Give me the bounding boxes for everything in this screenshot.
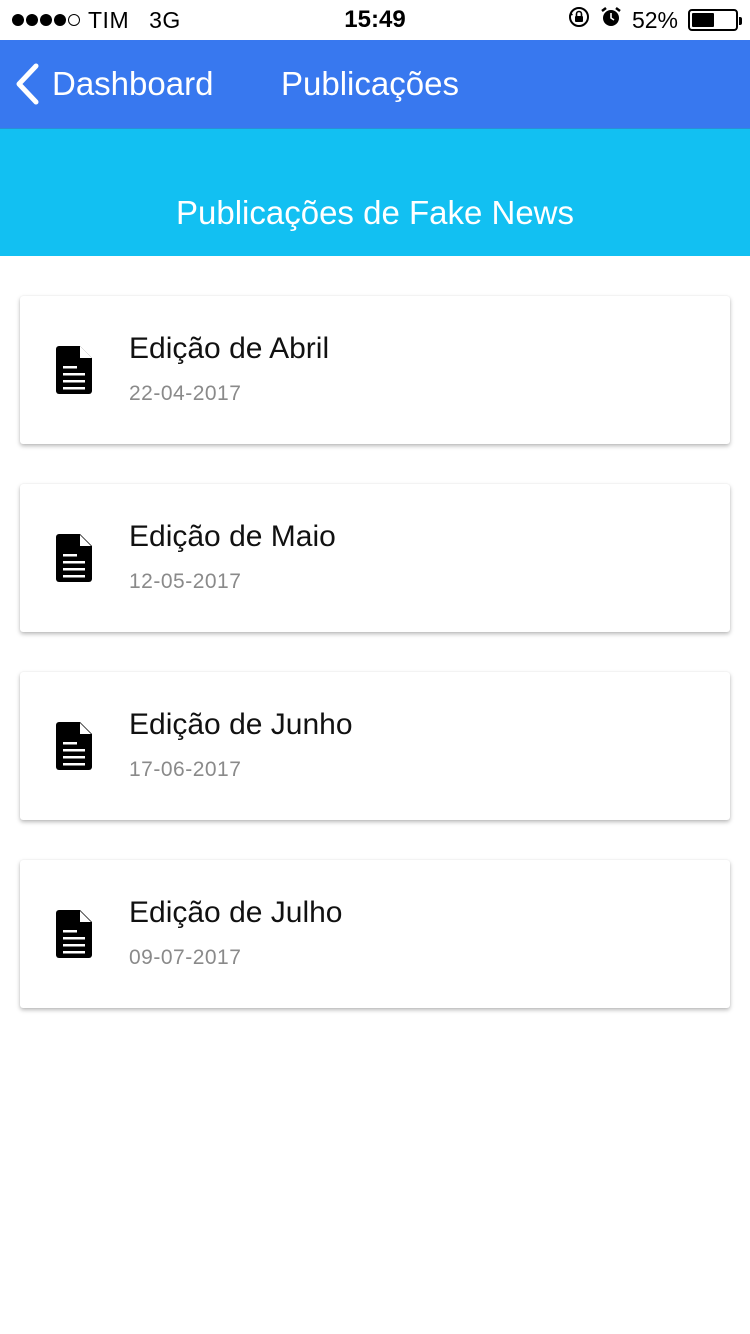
alarm-icon — [600, 6, 622, 34]
navigation-bar: Dashboard Publicações — [0, 40, 750, 128]
publication-date: 09-07-2017 — [129, 946, 242, 969]
publication-card[interactable]: Edição de Junho 17-06-2017 — [20, 672, 730, 820]
publication-title: Edição de Maio — [129, 520, 336, 553]
publication-date: 12-05-2017 — [129, 570, 242, 593]
chevron-left-icon — [16, 63, 39, 105]
publication-card[interactable]: Edição de Julho 09-07-2017 — [20, 860, 730, 1008]
status-right: 52% — [568, 0, 742, 40]
document-icon — [56, 534, 92, 582]
battery-percent: 52% — [631, 6, 678, 33]
status-left: TIM 3G — [12, 0, 181, 40]
status-bar: TIM 3G 15:49 52% — [0, 0, 750, 40]
publication-title: Edição de Abril — [129, 332, 330, 365]
carrier-name: TIM — [88, 6, 130, 33]
battery-icon — [688, 9, 742, 31]
network-type: 3G — [149, 6, 181, 33]
battery-level-fill — [692, 13, 714, 27]
publication-date: 17-06-2017 — [129, 758, 242, 781]
back-button[interactable]: Dashboard — [14, 40, 213, 128]
publication-card[interactable]: Edição de Abril 22-04-2017 — [20, 296, 730, 444]
document-icon — [56, 722, 92, 770]
publications-list: Edição de Abril 22-04-2017 Edição de Mai… — [20, 296, 730, 1048]
section-banner: Publicações de Fake News — [0, 128, 750, 256]
document-icon — [56, 346, 92, 394]
publication-title: Edição de Julho — [129, 896, 343, 929]
publication-card[interactable]: Edição de Maio 12-05-2017 — [20, 484, 730, 632]
publication-title: Edição de Junho — [129, 708, 353, 741]
back-button-label: Dashboard — [52, 65, 214, 102]
page-title: Publicações — [281, 65, 459, 102]
banner-title: Publicações de Fake News — [175, 193, 575, 231]
signal-strength-icon — [12, 14, 80, 26]
publication-date: 22-04-2017 — [129, 382, 242, 405]
document-icon — [56, 910, 92, 958]
orientation-lock-icon — [568, 6, 590, 34]
